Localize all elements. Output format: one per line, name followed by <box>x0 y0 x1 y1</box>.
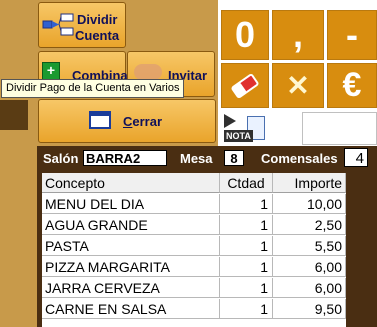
header-importe[interactable]: Importe <box>273 173 346 193</box>
header-ctdad[interactable]: Ctdad <box>220 173 273 193</box>
table-row[interactable]: JARRA CERVEZA 1 6,00 <box>42 278 346 299</box>
row-ctdad: 1 <box>220 236 273 256</box>
row-importe: 2,50 <box>273 215 346 235</box>
row-ctdad: 1 <box>220 215 273 235</box>
row-importe: 10,00 <box>273 194 346 214</box>
row-ctdad: 1 <box>220 257 273 277</box>
table-row[interactable]: CARNE EN SALSA 1 9,50 <box>42 299 346 320</box>
salon-label: Salón <box>43 151 79 166</box>
row-importe: 6,00 <box>273 257 346 277</box>
mesa-value: 8 <box>224 150 244 166</box>
amount-display[interactable] <box>302 112 377 145</box>
cerrar-label: Cerrar <box>123 114 162 129</box>
row-ctdad: 1 <box>220 299 273 319</box>
left-side-tab <box>0 100 28 130</box>
comensales-value: 4 <box>344 148 368 167</box>
cerrar-label-rest: errar <box>132 114 163 129</box>
salon-value: BARRA2 <box>83 150 167 166</box>
row-concepto: PIZZA MARGARITA <box>42 257 220 277</box>
row-concepto: CARNE EN SALSA <box>42 299 220 319</box>
row-concepto: PASTA <box>42 236 220 256</box>
table-row[interactable]: MENU DEL DIA 1 10,00 <box>42 194 346 215</box>
cerrar-button[interactable]: Cerrar <box>38 99 216 143</box>
row-importe: 9,50 <box>273 299 346 319</box>
table-row[interactable]: PASTA 1 5,50 <box>42 236 346 257</box>
comensales-label: Comensales <box>261 151 338 166</box>
row-concepto: MENU DEL DIA <box>42 194 220 214</box>
eraser-icon <box>231 73 259 98</box>
dividir-label-line1: Dividir <box>77 12 118 27</box>
row-importe: 6,00 <box>273 278 346 298</box>
mesa-label: Mesa <box>180 151 213 166</box>
left-side-panel <box>0 0 37 327</box>
row-ctdad: 1 <box>220 278 273 298</box>
split-account-icon <box>42 13 74 36</box>
arrow-right-icon <box>224 114 236 128</box>
key-clear[interactable] <box>221 63 269 108</box>
order-table-header: Concepto Ctdad Importe <box>42 173 346 194</box>
dividir-label-line2: Cuenta <box>75 28 120 43</box>
cerrar-accesskey: C <box>123 114 133 129</box>
row-concepto: AGUA GRANDE <box>42 215 220 235</box>
header-concepto[interactable]: Concepto <box>42 173 220 193</box>
table-row[interactable]: AGUA GRANDE 1 2,50 <box>42 215 346 236</box>
nota-label: NOTA <box>224 130 253 142</box>
key-minus[interactable]: - <box>327 10 377 60</box>
nota-button[interactable]: NOTA <box>221 111 269 145</box>
window-icon <box>89 111 111 129</box>
row-ctdad: 1 <box>220 194 273 214</box>
key-cancel[interactable]: ✕ <box>272 63 324 108</box>
key-zero[interactable]: 0 <box>221 10 269 60</box>
key-euro[interactable]: € <box>327 63 377 108</box>
handshake-icon <box>134 64 162 80</box>
key-comma[interactable]: , <box>272 10 324 60</box>
row-importe: 5,50 <box>273 236 346 256</box>
table-row[interactable]: PIZZA MARGARITA 1 6,00 <box>42 257 346 278</box>
add-icon: + <box>42 62 60 80</box>
dividir-cuenta-button[interactable]: Dividir Cuenta <box>38 2 126 48</box>
row-concepto: JARRA CERVEZA <box>42 278 220 298</box>
tooltip: Dividir Pago de la Cuenta en Varios <box>1 79 185 98</box>
